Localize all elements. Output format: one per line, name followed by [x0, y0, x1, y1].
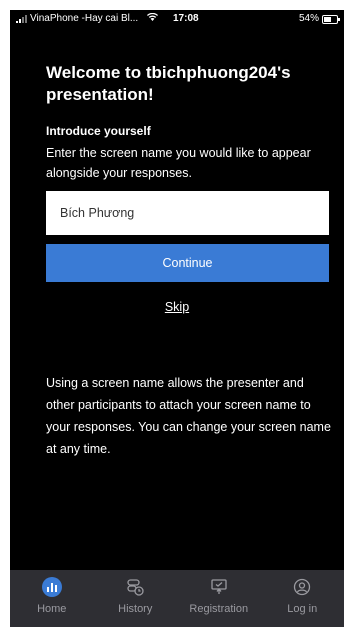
status-bar: VinaPhone -Hay cai Bl... 17:08 54%	[10, 10, 344, 28]
battery-icon	[322, 14, 340, 24]
battery-percent: 54%	[298, 13, 319, 24]
tab-login[interactable]: Log in	[261, 570, 345, 627]
tab-history-label: History	[118, 603, 153, 615]
user-icon	[292, 577, 312, 597]
status-right: 54%	[298, 10, 340, 28]
status-time: 17:08	[173, 13, 199, 24]
bottom-tab-bar: Home History Registration Log in	[10, 570, 344, 627]
intro-heading: Introduce yourself	[46, 124, 151, 138]
tab-home[interactable]: Home	[10, 570, 94, 627]
skip-link[interactable]: Skip	[10, 300, 344, 314]
wifi-icon	[147, 10, 159, 28]
tab-registration[interactable]: Registration	[177, 570, 261, 627]
continue-button-label: Continue	[162, 256, 213, 270]
home-chart-icon	[41, 577, 62, 597]
status-left: VinaPhone -Hay cai Bl...	[16, 10, 159, 28]
carrier-name: VinaPhone -Hay cai Bl...	[30, 13, 139, 24]
continue-button[interactable]: Continue	[46, 244, 329, 282]
tab-history[interactable]: History	[94, 570, 178, 627]
registration-icon	[209, 577, 229, 597]
signal-icon	[16, 15, 27, 23]
screen-name-input[interactable]	[46, 191, 329, 235]
screen-name-info: Using a screen name allows the presenter…	[46, 376, 331, 456]
tab-registration-label: Registration	[189, 603, 249, 615]
history-icon	[125, 577, 145, 597]
tab-login-label: Log in	[287, 603, 318, 615]
page-title: Welcome to tbichphuong204's presentation…	[46, 63, 291, 104]
intro-description: Enter the screen name you would like to …	[46, 146, 311, 180]
tab-home-label: Home	[37, 603, 67, 615]
app-screen: VinaPhone -Hay cai Bl... 17:08 54% Welco…	[10, 10, 344, 627]
